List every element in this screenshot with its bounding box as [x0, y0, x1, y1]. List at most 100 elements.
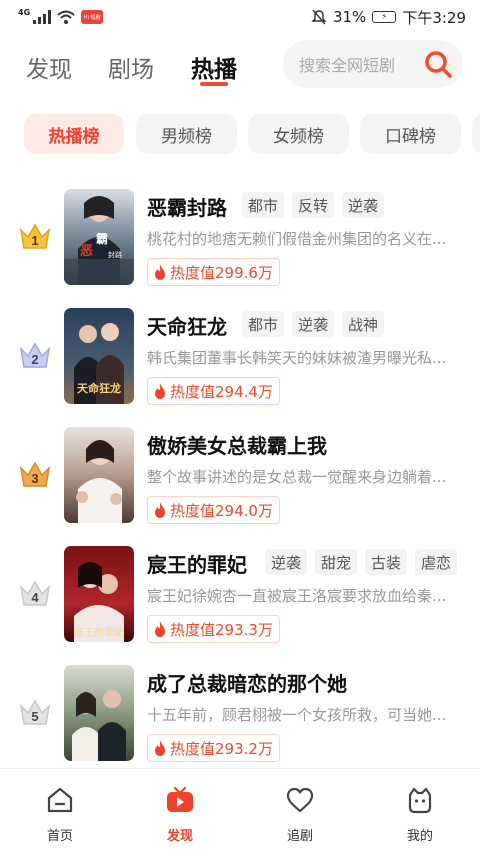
tab-hot[interactable]: 热播: [191, 50, 237, 84]
nav-home[interactable]: 首页: [20, 785, 100, 844]
heat-value: 热度值294.0万: [170, 501, 273, 520]
ranking-item[interactable]: 2 天命狂龙 天命狂龙 都市 逆袭 战神 韩氏集团董事长韩笑天的妹妹被渣男曝光私…: [0, 305, 480, 405]
heat-value: 热度值293.2万: [170, 739, 273, 758]
drama-description: 宸王妃徐婉杏一直被宸王洛宸要求放血给秦...: [147, 587, 447, 605]
tv-play-icon[interactable]: [165, 785, 195, 815]
drama-description: 桃花村的地痞无赖们假借金州集团的名义在...: [147, 230, 447, 248]
heat-badge: 热度值299.6万: [147, 258, 280, 286]
mute-bell-icon: [311, 9, 327, 25]
heat-badge: 热度值293.3万: [147, 615, 280, 643]
drama-tags: 都市 反转 逆袭: [242, 192, 385, 218]
fire-icon: [155, 740, 165, 756]
drama-tag: 甜宠: [315, 549, 358, 575]
status-time: 下午3:29: [402, 8, 466, 27]
rank-number: 1: [31, 233, 38, 248]
status-bar-right: 31% ⚡ 下午3:29: [311, 7, 466, 28]
bottom-navigation: 首页 发现 追剧 我的: [0, 768, 480, 853]
svg-text:天命狂龙: 天命狂龙: [77, 381, 121, 395]
drama-poster[interactable]: 恶 霸 封路: [64, 189, 134, 285]
drama-tags: 逆袭 甜宠 古装 虐恋: [265, 549, 458, 575]
drama-tag: 古装: [365, 549, 408, 575]
chip-male-ranking[interactable]: 男频榜: [136, 114, 237, 154]
ranking-item[interactable]: 3 傲娇美女总裁霸上我 整个故事讲述的是女总裁一觉醒来身边躺着... 热度值29…: [0, 424, 480, 524]
gold-crown-icon: 1: [19, 223, 51, 249]
wifi-icon: [57, 10, 75, 24]
chip-more[interactable]: [472, 114, 480, 154]
drama-tag: 逆袭: [292, 311, 335, 337]
bronze-crown-icon: 3: [19, 461, 51, 487]
drama-title[interactable]: 天命狂龙: [147, 311, 227, 340]
ranking-item[interactable]: 5 成了总裁暗恋的那个她 十五年前，顾君栩被一个女孩所救，可当她... 热度值2…: [0, 662, 480, 762]
search-bar[interactable]: 搜索全网短剧: [283, 40, 463, 88]
chip-reputation-ranking[interactable]: 口碑榜: [360, 114, 461, 154]
tab-theater[interactable]: 剧场: [108, 50, 154, 84]
status-bar: 4G Hi 短剧 31% ⚡ 下午3:29: [0, 0, 480, 34]
nav-home-label[interactable]: 首页: [47, 825, 73, 844]
drama-description: 韩氏集团董事长韩笑天的妹妹被渣男曝光私...: [147, 349, 447, 367]
drama-title[interactable]: 宸王的罪妃: [147, 549, 247, 578]
rank-number: 3: [31, 471, 38, 486]
tab-discover[interactable]: 发现: [26, 50, 72, 84]
fire-icon: [155, 621, 165, 637]
drama-poster[interactable]: 天命狂龙: [64, 308, 134, 404]
nav-follow[interactable]: 追剧: [260, 785, 340, 844]
network-type: 4G: [18, 7, 31, 17]
drama-title[interactable]: 傲娇美女总裁霸上我: [147, 430, 327, 459]
search-icon[interactable]: [423, 49, 453, 79]
drama-tag: 反转: [292, 192, 335, 218]
grey-crown-icon: 4: [19, 580, 51, 606]
drama-title[interactable]: 成了总裁暗恋的那个她: [147, 668, 347, 697]
heat-badge: 热度值294.0万: [147, 496, 280, 524]
drama-description: 十五年前，顾君栩被一个女孩所救，可当她...: [147, 706, 447, 724]
nav-profile-label[interactable]: 我的: [407, 825, 433, 844]
svg-text:恶: 恶: [80, 244, 93, 259]
heat-value: 热度值294.4万: [170, 382, 273, 401]
nav-follow-label[interactable]: 追剧: [287, 825, 313, 844]
drama-tag: 逆袭: [342, 192, 385, 218]
ranking-item[interactable]: 1 恶 霸 封路 恶霸封路 都市 反转 逆袭 桃花村的地痞无赖们假借金州集团的名…: [0, 186, 480, 286]
nav-profile[interactable]: 我的: [380, 785, 460, 844]
heat-value: 热度值299.6万: [170, 263, 273, 282]
svg-text:宸王的罪妃: 宸王的罪妃: [74, 626, 124, 639]
drama-tag: 虐恋: [415, 549, 458, 575]
search-placeholder[interactable]: 搜索全网短剧: [299, 52, 423, 76]
drama-poster[interactable]: [64, 665, 134, 761]
grey-crown-icon: 5: [19, 699, 51, 725]
status-bar-left: 4G Hi 短剧: [18, 7, 104, 24]
profile-face-icon[interactable]: [405, 785, 435, 815]
drama-poster[interactable]: 宸王的罪妃: [64, 546, 134, 642]
rank-number: 5: [31, 709, 38, 724]
top-navigation: 发现 剧场 热播 搜索全网短剧: [0, 40, 480, 90]
fire-icon: [155, 264, 165, 280]
drama-tag: 都市: [242, 192, 285, 218]
drama-description: 整个故事讲述的是女总裁一觉醒来身边躺着...: [147, 468, 447, 486]
nav-discover-label[interactable]: 发现: [167, 825, 193, 844]
ranking-category-chips: 热播榜 男频榜 女频榜 口碑榜: [24, 114, 480, 156]
silver-crown-icon: 2: [19, 342, 51, 368]
svg-text:封路: 封路: [108, 250, 122, 259]
battery-percent: 31%: [332, 8, 367, 26]
chip-hot-ranking[interactable]: 热播榜: [24, 114, 124, 154]
drama-tags: 都市 逆袭 战神: [242, 311, 385, 337]
rank-number: 4: [31, 590, 39, 605]
heat-value: 热度值293.3万: [170, 620, 273, 639]
active-tab-indicator: [200, 82, 228, 86]
home-icon[interactable]: [45, 785, 75, 815]
battery-icon: ⚡: [372, 11, 397, 23]
chip-female-ranking[interactable]: 女频榜: [248, 114, 349, 154]
nav-discover[interactable]: 发现: [140, 785, 220, 844]
ranking-item[interactable]: 4 宸王的罪妃 宸王的罪妃 逆袭 甜宠 古装 虐恋 宸王妃徐婉杏一直被宸王洛宸要…: [0, 543, 480, 643]
drama-tag: 战神: [342, 311, 385, 337]
fire-icon: [155, 383, 165, 399]
heat-badge: 热度值293.2万: [147, 734, 280, 762]
svg-text:霸: 霸: [96, 232, 108, 246]
rank-number: 2: [31, 352, 38, 367]
heart-icon[interactable]: [285, 785, 315, 815]
drama-tag: 逆袭: [265, 549, 308, 575]
drama-poster[interactable]: [64, 427, 134, 523]
signal-icon: [33, 10, 52, 24]
heat-badge: 热度值294.4万: [147, 377, 280, 405]
fire-icon: [155, 502, 165, 518]
drama-title[interactable]: 恶霸封路: [147, 192, 227, 221]
app-notification-icon: Hi 短剧: [81, 10, 104, 24]
